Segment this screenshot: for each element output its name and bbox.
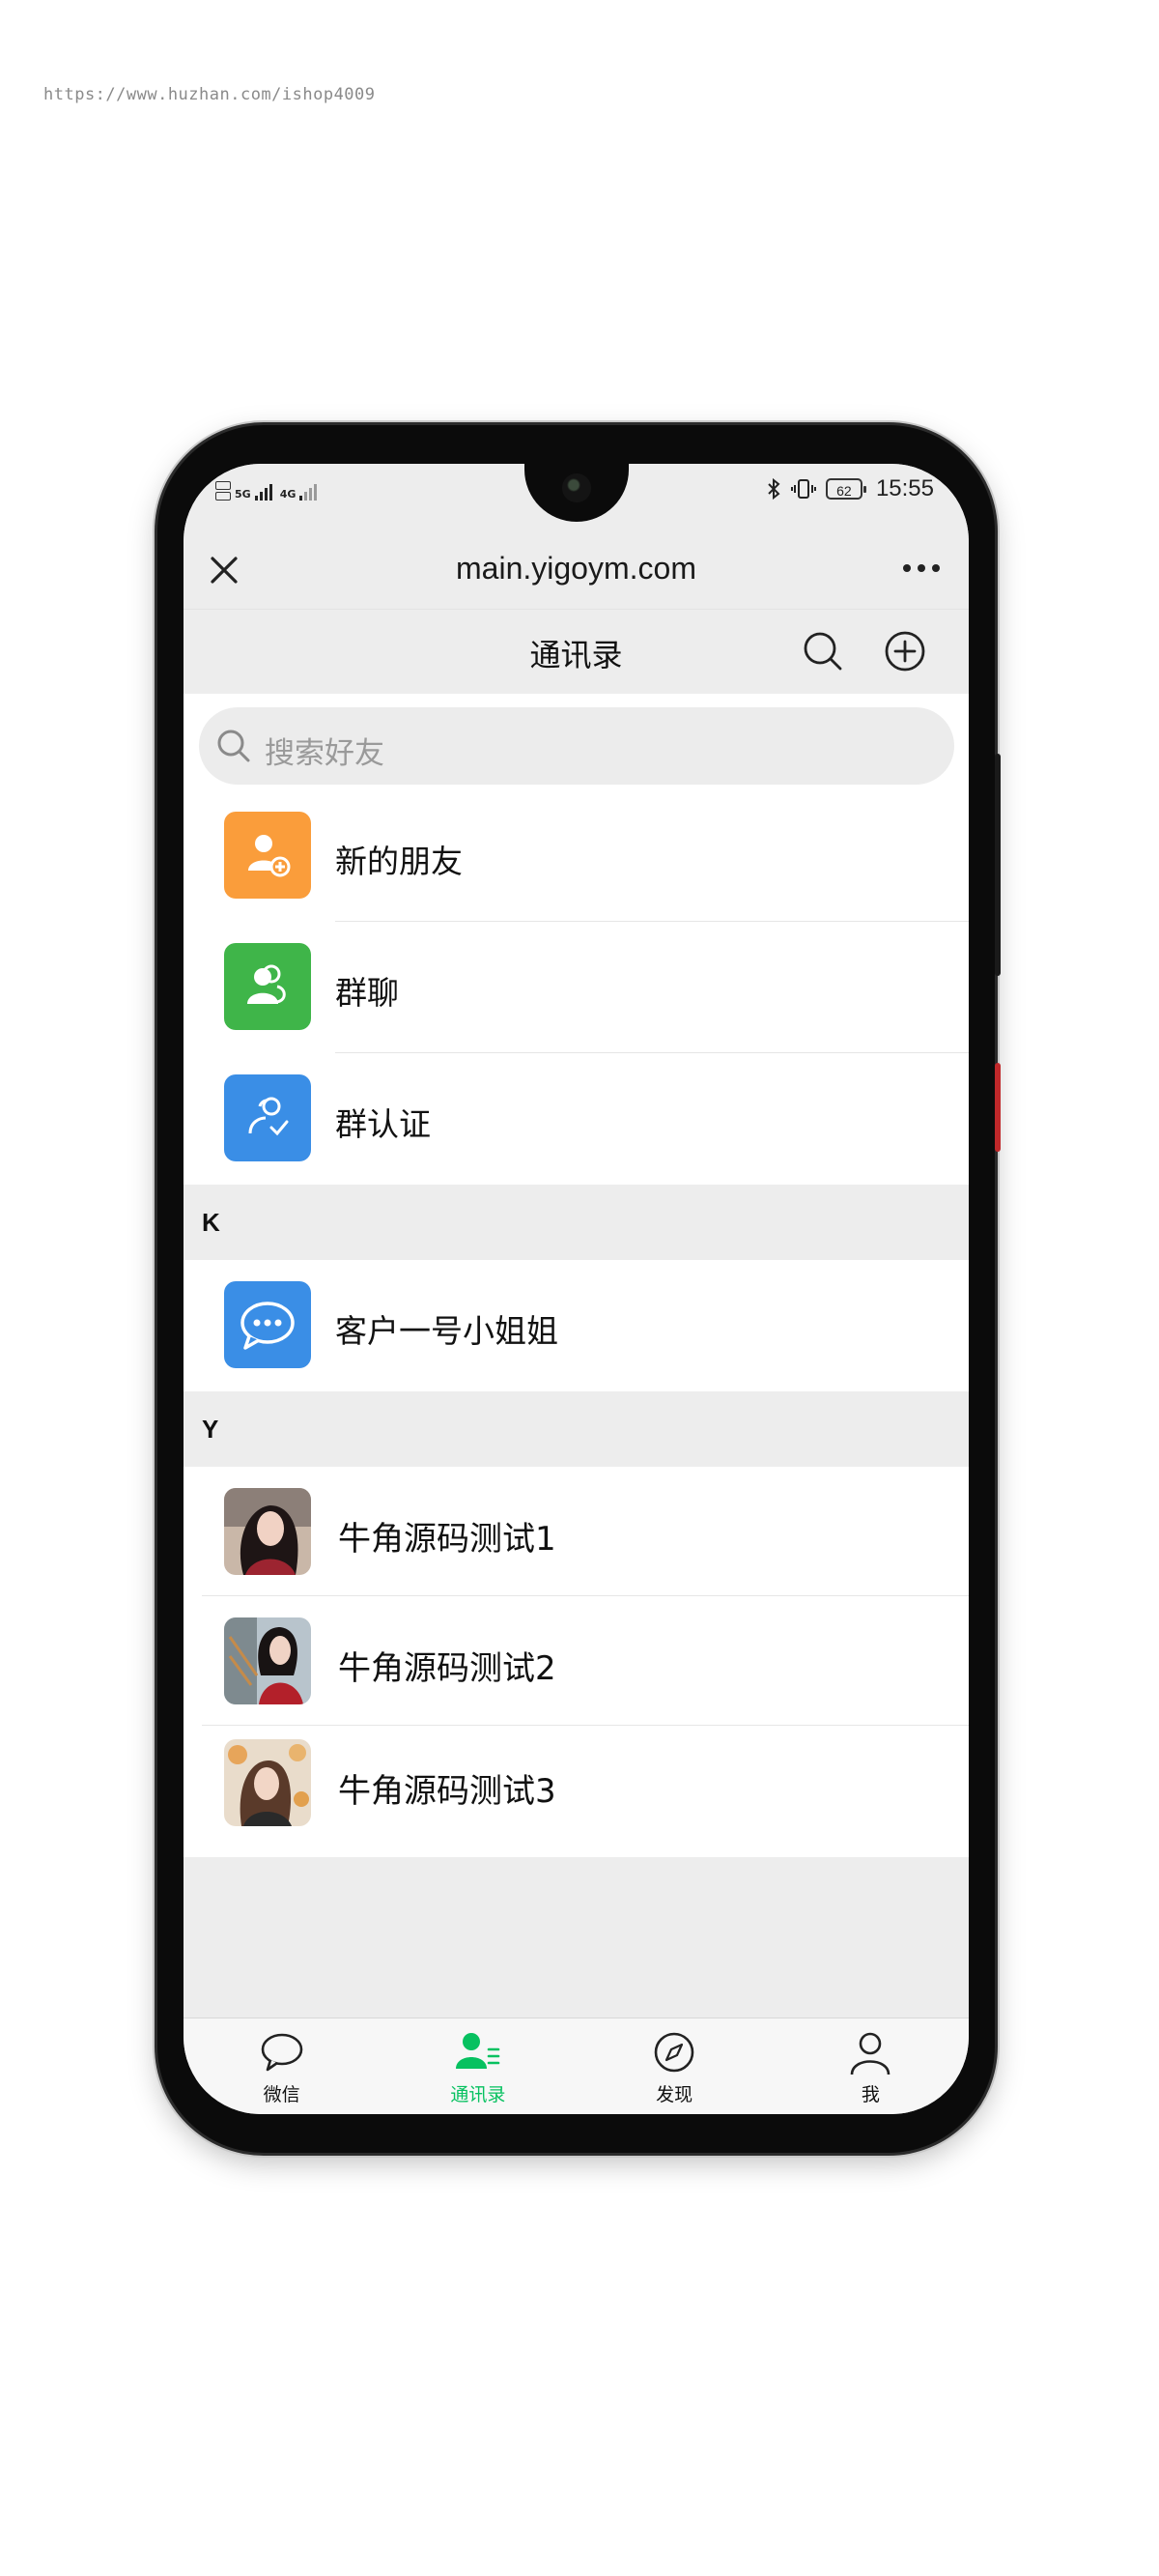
- search-input[interactable]: 搜索好友: [199, 707, 954, 785]
- group-chat-icon: [224, 943, 311, 1030]
- phone-screen: 5G 4G 62 15:55 main.yigoym.com 通讯录 搜索好友 …: [184, 464, 969, 2114]
- add-friend-icon: [224, 812, 311, 899]
- signal-indicators: 5G 4G: [215, 481, 318, 501]
- app-header: 通讯录: [184, 609, 969, 695]
- volume-button: [995, 754, 1001, 976]
- watermark-url: https://www.huzhan.com/ishop4009: [43, 85, 376, 104]
- photo-avatar: [224, 1488, 311, 1575]
- page-title: 通讯录: [529, 637, 623, 673]
- network-type-a: 5G: [235, 488, 251, 501]
- tab-label: 通讯录: [450, 2084, 506, 2105]
- search-area: 搜索好友: [184, 694, 969, 790]
- search-placeholder: 搜索好友: [265, 736, 384, 771]
- list-item-group-verify[interactable]: 群认证: [184, 1053, 969, 1185]
- list-item-label: 群聊: [335, 974, 399, 1012]
- tab-bar: 微信 通讯录 发现 我: [184, 2018, 969, 2114]
- clock: 15:55: [875, 475, 934, 501]
- battery-icon: 62: [825, 478, 866, 500]
- compass-icon: [654, 2032, 694, 2073]
- section-letter: K: [202, 1208, 220, 1237]
- chat-icon: [261, 2033, 302, 2072]
- contact-row[interactable]: 牛角源码测试2: [184, 1596, 969, 1726]
- network-type-b: 4G: [279, 488, 297, 501]
- list-item-label: 新的朋友: [335, 843, 463, 880]
- signal-bars-icon: [254, 484, 272, 501]
- bluetooth-icon: [768, 477, 780, 501]
- signal-bars-weak-icon: [299, 484, 318, 501]
- section-letter: Y: [202, 1415, 219, 1444]
- contact-list-y: 牛角源码测试1 牛角源码测试2 牛角源码测试3: [184, 1467, 969, 1857]
- section-header-y: Y: [184, 1391, 969, 1467]
- contact-name: 牛角源码测试1: [338, 1520, 556, 1559]
- tab-label: 我: [861, 2084, 880, 2105]
- search-field-icon: [217, 730, 250, 762]
- contact-list-k: 客户一号小姐姐: [184, 1260, 969, 1391]
- list-item-label: 群认证: [335, 1105, 431, 1143]
- photo-avatar: [224, 1617, 311, 1704]
- contact-name: 牛角源码测试2: [338, 1649, 556, 1688]
- front-camera: [562, 473, 591, 502]
- tab-chats[interactable]: 微信: [184, 2018, 380, 2114]
- tab-label: 发现: [656, 2084, 693, 2105]
- search-icon[interactable]: [801, 629, 845, 673]
- profile-icon: [851, 2032, 890, 2075]
- section-header-k: K: [184, 1185, 969, 1260]
- list-item-new-friends[interactable]: 新的朋友: [184, 790, 969, 922]
- browser-bar: main.yigoym.com: [184, 531, 969, 609]
- phone-frame: 5G 4G 62 15:55 main.yigoym.com 通讯录 搜索好友 …: [157, 425, 1001, 2153]
- list-item-group-chat[interactable]: 群聊: [184, 922, 969, 1053]
- tab-contacts[interactable]: 通讯录: [380, 2018, 576, 2114]
- photo-avatar: [224, 1739, 311, 1826]
- vibrate-icon: [790, 479, 816, 499]
- sim-icon: [215, 481, 231, 501]
- tab-me[interactable]: 我: [773, 2018, 969, 2114]
- status-right: 62 15:55: [766, 475, 934, 502]
- contact-row[interactable]: 客户一号小姐姐: [184, 1260, 969, 1391]
- add-circle-icon[interactable]: [883, 629, 927, 673]
- function-list: 新的朋友 群聊 群认证: [184, 790, 969, 1185]
- power-button: [995, 1063, 1001, 1152]
- chat-bubble-icon: [224, 1281, 311, 1368]
- contact-row[interactable]: 牛角源码测试3: [184, 1726, 969, 1857]
- contact-row[interactable]: 牛角源码测试1: [184, 1467, 969, 1596]
- more-icon[interactable]: [903, 564, 940, 572]
- tab-discover[interactable]: 发现: [577, 2018, 773, 2114]
- page-url: main.yigoym.com: [456, 551, 696, 586]
- contacts-icon: [455, 2033, 500, 2069]
- group-verify-icon: [224, 1074, 311, 1161]
- contact-name: 牛角源码测试3: [338, 1772, 556, 1811]
- contact-name: 客户一号小姐姐: [335, 1312, 558, 1350]
- tab-label: 微信: [263, 2084, 300, 2105]
